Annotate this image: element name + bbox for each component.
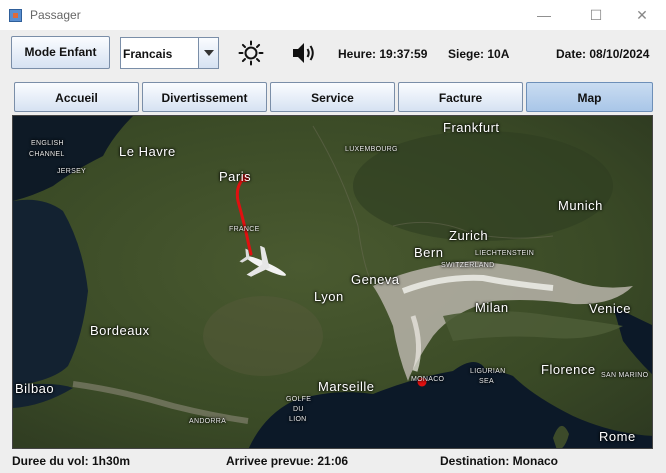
language-selected-value: Francais — [123, 47, 173, 61]
close-button[interactable]: ✕ — [622, 4, 662, 26]
region-label-switzerland: SWITZERLAND — [441, 262, 495, 269]
city-label-bilbao: Bilbao — [15, 381, 55, 396]
region-label-lion: LION — [289, 416, 307, 423]
siege-label: Siege: 10A — [448, 47, 510, 61]
mode-enfant-button[interactable]: Mode Enfant — [11, 36, 110, 69]
city-label-bordeaux: Bordeaux — [90, 323, 150, 338]
speaker-icon[interactable] — [291, 41, 319, 65]
city-label-paris: Paris — [219, 169, 252, 184]
title-bar: Passager — ☐ ✕ — [0, 0, 666, 30]
city-label-milan: Milan — [475, 300, 509, 315]
satellite-map[interactable]: Frankfurt Le Havre Paris Munich Zurich B… — [12, 115, 653, 449]
city-label-zurich: Zurich — [449, 228, 489, 243]
region-label-jersey: JERSEY — [57, 168, 87, 175]
city-label-lyon: Lyon — [314, 289, 344, 304]
status-bar: Duree du vol: 1h30m Arrivee prevue: 21:0… — [0, 451, 666, 473]
region-label-english: ENGLISH — [31, 140, 64, 147]
top-toolbar: Mode Enfant Francais Heure: 19:37:59 Sie… — [0, 30, 666, 80]
date-label: Date: 08/10/2024 — [556, 47, 650, 61]
tab-accueil[interactable]: Accueil — [14, 82, 139, 112]
destination-label: Destination: Monaco — [440, 454, 559, 468]
region-label-golfe: GOLFE — [286, 396, 312, 403]
region-label-ligurian: LIGURIAN — [470, 368, 506, 375]
city-label-rome: Rome — [599, 429, 636, 444]
tab-divertissement[interactable]: Divertissement — [142, 82, 267, 112]
city-label-marseille: Marseille — [318, 379, 375, 394]
app-icon — [9, 9, 22, 22]
region-label-andorra: ANDORRA — [189, 418, 227, 425]
region-label-liechtenstein: LIECHTENSTEIN — [475, 250, 535, 257]
arrival-time-label: Arrivee prevue: 21:06 — [226, 454, 349, 468]
flight-route — [235, 174, 427, 387]
minimize-button[interactable]: — — [524, 4, 564, 26]
city-label-le-havre: Le Havre — [119, 144, 176, 159]
region-label-monaco: MONACO — [411, 376, 445, 383]
city-label-munich: Munich — [558, 198, 603, 213]
region-label-luxembourg: LUXEMBOURG — [345, 146, 398, 153]
city-label-geneva: Geneva — [351, 272, 400, 287]
window-title: Passager — [30, 8, 81, 22]
city-label-bern: Bern — [414, 245, 444, 260]
city-label-florence: Florence — [541, 362, 596, 377]
tab-service[interactable]: Service — [270, 82, 395, 112]
maximize-button[interactable]: ☐ — [576, 4, 616, 26]
region-label-san-marino: SAN MARINO — [601, 372, 649, 379]
chevron-down-icon[interactable] — [198, 38, 218, 68]
tab-facture[interactable]: Facture — [398, 82, 523, 112]
flight-duration-label: Duree du vol: 1h30m — [12, 454, 131, 468]
city-label-frankfurt: Frankfurt — [443, 120, 500, 135]
region-label-sea: SEA — [479, 378, 494, 385]
sun-icon[interactable] — [238, 40, 264, 66]
language-select[interactable]: Francais — [120, 37, 219, 69]
city-label-venice: Venice — [589, 301, 632, 316]
region-label-du: DU — [293, 406, 304, 413]
region-label-channel: CHANNEL — [29, 151, 65, 158]
heure-label: Heure: 19:37:59 — [338, 47, 428, 61]
tab-map[interactable]: Map — [526, 82, 653, 112]
airplane-icon — [239, 246, 286, 277]
route-line — [235, 175, 253, 256]
region-label-france: FRANCE — [229, 226, 260, 233]
